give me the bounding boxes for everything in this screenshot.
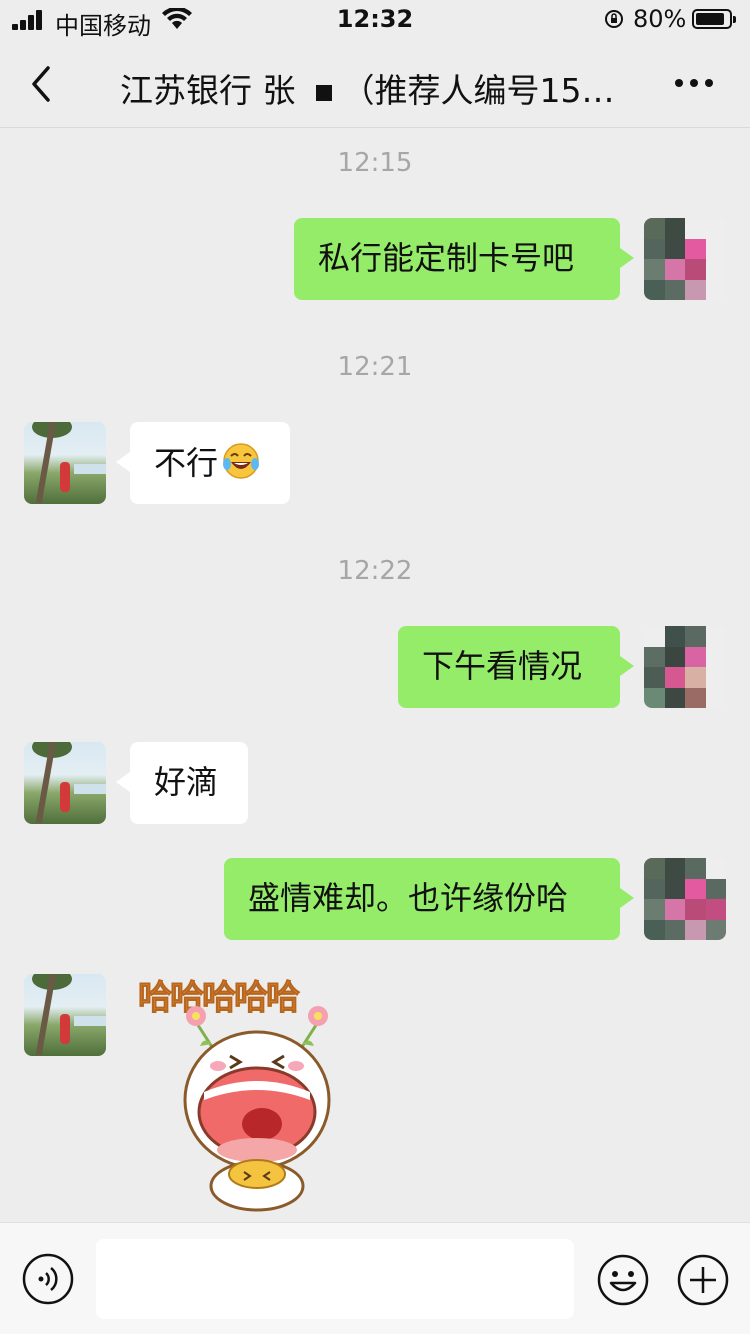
chat-title-referrer: （推荐人编号15… — [341, 71, 615, 110]
outgoing-message-bubble[interactable]: 下午看情况 — [398, 626, 634, 708]
orientation-lock-icon — [605, 10, 623, 28]
crying-laughing-mascot-icon — [183, 1006, 331, 1212]
plus-icon[interactable] — [676, 1253, 730, 1307]
message-text: 好滴 — [154, 763, 219, 801]
message-input-bar — [0, 1222, 750, 1334]
message-text: 盛情难却。也许缘份哈 — [248, 879, 569, 917]
outgoing-message-bubble[interactable]: 私行能定制卡号吧 — [294, 218, 634, 300]
more-dots-icon[interactable] — [674, 78, 714, 88]
message-timestamp: 12:22 — [337, 556, 413, 586]
message-text-input[interactable] — [96, 1239, 574, 1319]
incoming-message-bubble[interactable]: 好滴 — [116, 742, 248, 824]
tears-of-joy-emoji-icon — [223, 443, 260, 479]
chevron-left-icon[interactable] — [26, 64, 56, 104]
laughing-sticker[interactable]: 哈哈哈哈哈 — [134, 970, 374, 1215]
message-text: 私行能定制卡号吧 — [318, 239, 575, 277]
battery-icon — [692, 9, 736, 29]
voice-icon[interactable] — [22, 1253, 74, 1305]
message-text: 下午看情况 — [422, 647, 583, 685]
chat-title[interactable]: 江苏银行 张 （推荐人编号15… — [120, 64, 615, 112]
outgoing-message-bubble[interactable]: 盛情难却。也许缘份哈 — [224, 858, 634, 940]
message-timestamp: 12:15 — [337, 148, 413, 178]
contact-avatar[interactable] — [24, 974, 106, 1056]
chat-header: 江苏银行 张 （推荐人编号15… — [0, 40, 750, 128]
my-avatar[interactable] — [644, 218, 726, 300]
my-avatar[interactable] — [644, 858, 726, 940]
message-timestamp: 12:21 — [337, 352, 413, 382]
contact-avatar[interactable] — [24, 422, 106, 504]
status-bar: 中国移动 12:32 80% — [0, 0, 750, 40]
redaction-mark — [315, 84, 332, 101]
incoming-message-bubble[interactable]: 不行 — [116, 422, 290, 504]
chat-title-name: 江苏银行 张 — [120, 71, 296, 110]
contact-avatar[interactable] — [24, 742, 106, 824]
my-avatar[interactable] — [644, 626, 726, 708]
emoji-icon[interactable] — [596, 1253, 650, 1307]
message-text: 不行 — [154, 444, 219, 482]
battery-percent: 80% — [633, 5, 687, 33]
